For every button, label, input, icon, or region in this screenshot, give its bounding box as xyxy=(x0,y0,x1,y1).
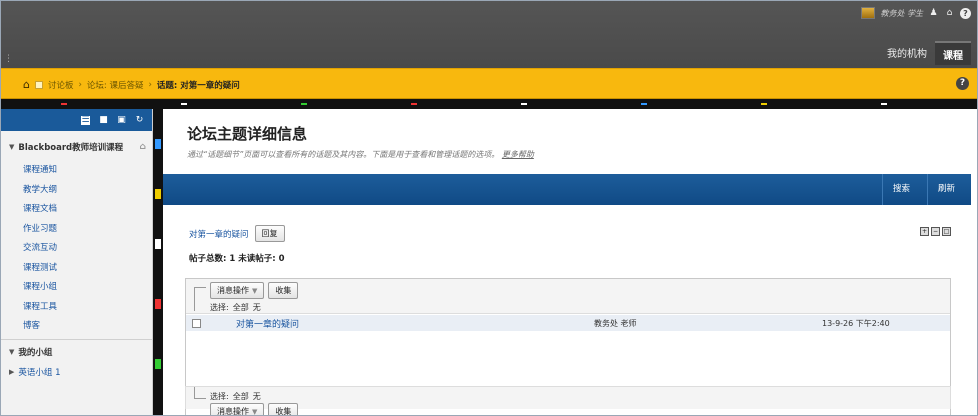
reply-button[interactable]: 回复 xyxy=(254,225,285,242)
sidebar-item-announcements[interactable]: 课程通知 xyxy=(1,159,152,179)
collapse-all-icon[interactable]: − xyxy=(931,227,940,236)
thread-link[interactable]: 对第一章的疑问 xyxy=(189,228,249,240)
select-controls: 选择: 全部 无 xyxy=(210,302,261,313)
message-timestamp: 13-9-26 下午2:40 xyxy=(822,318,890,328)
breadcrumb-current-topic: 话题: 对第一章的疑问 xyxy=(156,80,240,91)
user-name[interactable]: 教务处 学生 xyxy=(880,8,923,19)
table-row[interactable]: 对第一章的疑问 教务处 老师 13-9-26 下午2:40 xyxy=(186,315,950,331)
sidebar-item-syllabus[interactable]: 教学大纲 xyxy=(1,179,152,199)
message-title-link[interactable]: 对第一章的疑问 xyxy=(236,317,299,330)
my-groups-row[interactable]: ▼ 我的小组 xyxy=(1,340,152,362)
unread-posts-label: 未读帖子: xyxy=(238,254,276,264)
nav-tabs: 我的机构 课程 xyxy=(879,41,971,65)
search-button[interactable]: 搜索 xyxy=(882,174,920,205)
breadcrumb-bar: ⌂ 讨论板 › 论坛: 课后答疑 › 话题: 对第一章的疑问 ? xyxy=(1,68,977,99)
sidebar-item-blogs[interactable]: 博客 xyxy=(1,315,152,335)
action-bar: 搜索 刷新 xyxy=(163,174,971,205)
chevron-down-icon: ▼ xyxy=(252,287,258,295)
sidebar-item-tests[interactable]: 课程测试 xyxy=(1,257,152,277)
sidebar-item-interaction[interactable]: 交流互动 xyxy=(1,237,152,257)
user-area: 教务处 学生 ♟ ⌂ ? xyxy=(861,6,971,20)
thread-header-row: 对第一章的疑问 回复 xyxy=(189,225,285,242)
message-checkbox[interactable] xyxy=(192,318,201,328)
user-avatar[interactable] xyxy=(861,7,876,19)
person-icon[interactable]: ♟ xyxy=(928,8,939,19)
unread-posts-value: 0 xyxy=(278,254,285,264)
bracket-decoration xyxy=(194,387,206,399)
expand-all-icon[interactable]: + xyxy=(920,227,929,236)
drag-handle-icon[interactable]: ⋮ xyxy=(4,54,14,64)
total-posts-label: 帖子总数: xyxy=(189,254,227,264)
my-groups-title: 我的小组 xyxy=(18,347,53,358)
breadcrumb-separator: › xyxy=(148,79,152,90)
select-label: 选择: xyxy=(210,303,229,312)
group-item[interactable]: ▶ 英语小组 1 xyxy=(1,362,152,382)
message-actions-label: 消息操作 xyxy=(217,407,249,416)
view-toggle-group: + − □ xyxy=(920,227,951,236)
chevron-down-icon: ▼ xyxy=(252,408,258,416)
course-title: Blackboard教师培训课程 xyxy=(18,143,124,153)
course-title-row[interactable]: ▼ Blackboard教师培训课程 ⌂ xyxy=(1,131,152,159)
browser-frame: 教务处 学生 ♟ ⌂ ? 我的机构 课程 ⋮ ⌂ 讨论板 › 论坛: 课后答疑 … xyxy=(0,0,978,416)
sidebar-item-groups[interactable]: 课程小组 xyxy=(1,276,152,296)
help-icon[interactable]: ? xyxy=(960,7,971,19)
decorative-side-strip xyxy=(153,109,163,415)
new-window-icon[interactable]: ▣ xyxy=(117,115,126,125)
refresh-button[interactable]: 刷新 xyxy=(927,174,965,205)
select-all-link[interactable]: 全部 xyxy=(233,302,249,313)
sidebar-toolbar: ☰ ■ ▣ ↻ xyxy=(1,109,152,131)
tab-institution[interactable]: 我的机构 xyxy=(879,41,935,65)
toolbar-buttons: 消息操作 ▼ 收集 xyxy=(210,403,299,416)
select-controls: 选择: 全部 无 xyxy=(210,391,261,402)
breadcrumb-forum[interactable]: 论坛: 课后答疑 xyxy=(87,79,144,91)
breadcrumb-discussion-board[interactable]: 讨论板 xyxy=(48,79,74,91)
print-icon[interactable]: □ xyxy=(942,227,951,236)
refresh-icon[interactable]: ↻ xyxy=(135,115,144,125)
toolbar-buttons: 消息操作 ▼ 收集 xyxy=(210,282,299,299)
message-actions-label: 消息操作 xyxy=(217,286,249,295)
expand-triangle-icon[interactable]: ▶ xyxy=(9,368,14,376)
message-actions-dropdown[interactable]: 消息操作 ▼ xyxy=(210,403,265,416)
list-toolbar-top: 消息操作 ▼ 收集 选择: 全部 无 xyxy=(186,279,950,314)
top-header: 教务处 学生 ♟ ⌂ ? 我的机构 课程 ⋮ xyxy=(1,1,977,68)
collect-button[interactable]: 收集 xyxy=(268,282,299,299)
folder-view-icon[interactable]: ■ xyxy=(99,115,108,125)
description-text: 通过“话题细节”页面可以查看所有的话题及其内容。下面是用于查看和管理话题的选项。 xyxy=(187,150,500,159)
select-label: 选择: xyxy=(210,392,229,401)
tab-courses[interactable]: 课程 xyxy=(935,41,971,65)
list-view-icon[interactable]: ☰ xyxy=(81,115,90,125)
course-home-icon[interactable]: ⌂ xyxy=(23,78,30,91)
total-posts-value: 1 xyxy=(229,254,236,264)
breadcrumb-separator: › xyxy=(78,79,82,90)
breadcrumb: ⌂ 讨论板 › 论坛: 课后答疑 › 话题: 对第一章的疑问 xyxy=(23,78,240,91)
sidebar-item-tools[interactable]: 课程工具 xyxy=(1,296,152,316)
breadcrumb-dropdown[interactable] xyxy=(34,80,43,89)
decorative-banner xyxy=(1,99,977,109)
message-author: 教务处 老师 xyxy=(594,318,637,328)
home-icon[interactable]: ⌂ xyxy=(944,8,955,19)
group-item-label: 英语小组 1 xyxy=(18,367,61,378)
course-menu-sidebar: ☰ ■ ▣ ↻ ▼ Blackboard教师培训课程 ⌂ 课程通知 教学大纲 课… xyxy=(1,109,153,415)
select-none-link[interactable]: 无 xyxy=(253,302,261,313)
page-title: 论坛主题详细信息 xyxy=(187,125,308,143)
page-description: 通过“话题细节”页面可以查看所有的话题及其内容。下面是用于查看和管理话题的选项。… xyxy=(187,149,534,160)
main-content: 论坛主题详细信息 通过“话题细节”页面可以查看所有的话题及其内容。下面是用于查看… xyxy=(163,109,971,415)
message-actions-dropdown[interactable]: 消息操作 ▼ xyxy=(210,282,265,299)
collapse-triangle-icon[interactable]: ▼ xyxy=(9,143,14,151)
collect-button[interactable]: 收集 xyxy=(268,403,299,415)
collapse-triangle-icon[interactable]: ▼ xyxy=(9,348,14,356)
select-none-link[interactable]: 无 xyxy=(253,391,261,402)
page-help-icon[interactable]: ? xyxy=(956,77,969,90)
list-toolbar-bottom: 选择: 全部 无 消息操作 ▼ 收集 xyxy=(185,386,951,415)
post-counts: 帖子总数: 1 未读帖子: 0 xyxy=(189,252,285,264)
select-all-link[interactable]: 全部 xyxy=(233,391,249,402)
sidebar-item-documents[interactable]: 课程文档 xyxy=(1,198,152,218)
bracket-decoration xyxy=(194,287,206,311)
sidebar-item-assignments[interactable]: 作业习题 xyxy=(1,218,152,238)
more-help-link[interactable]: 更多帮助 xyxy=(502,150,534,159)
course-home-icon[interactable]: ⌂ xyxy=(140,142,146,152)
